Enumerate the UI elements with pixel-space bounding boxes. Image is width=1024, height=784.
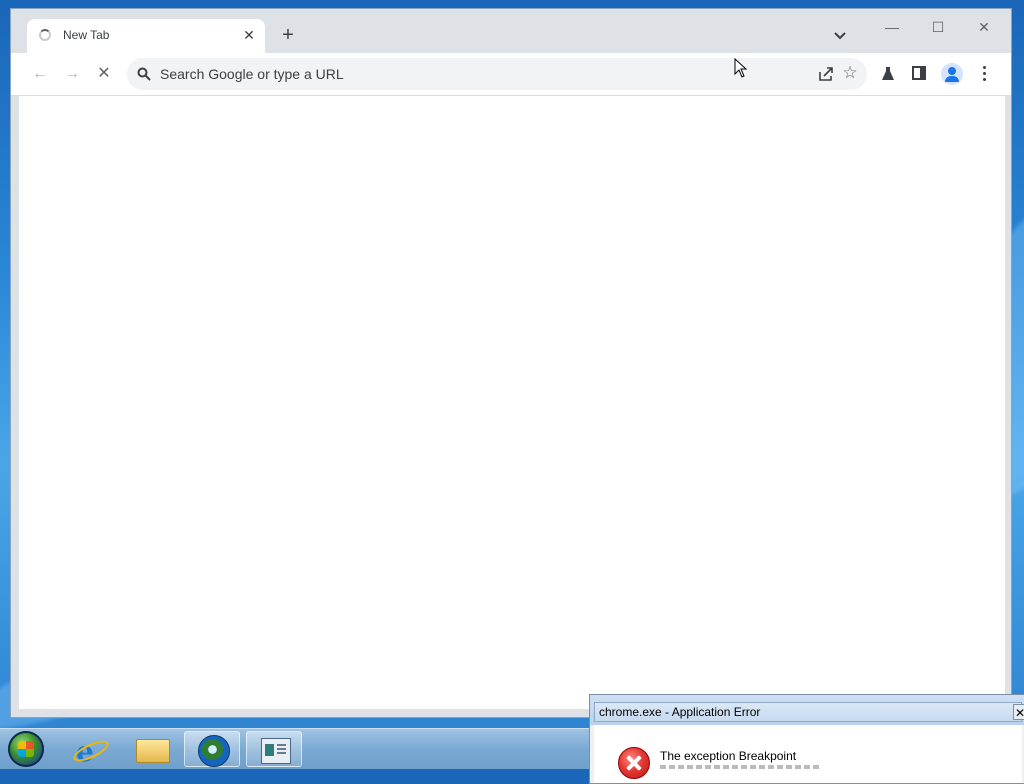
tab-title: New Tab <box>63 28 110 42</box>
application-error-dialog: chrome.exe - Application Error ✕ The exc… <box>589 694 1024 784</box>
tab-strip: New Tab ✕ + — ☐ ✕ <box>11 9 1011 53</box>
page-content-area <box>19 96 1005 709</box>
windows-explorer-icon[interactable] <box>124 731 180 767</box>
tab-new-tab[interactable]: New Tab ✕ <box>27 19 265 53</box>
mouse-cursor-icon <box>734 58 748 78</box>
forward-button[interactable]: → <box>61 63 83 85</box>
maximize-button[interactable]: ☐ <box>923 17 953 37</box>
dialog-title: chrome.exe - Application Error <box>599 705 761 719</box>
internet-explorer-icon[interactable]: e <box>62 731 118 768</box>
chrome-labs-icon[interactable] <box>879 65 897 83</box>
chrome-window: New Tab ✕ + — ☐ ✕ ← → ✕ Search Google or… <box>10 8 1012 718</box>
dialog-message: The exception Breakpoint <box>660 749 797 763</box>
dialog-titlebar[interactable]: chrome.exe - Application Error ✕ <box>594 702 1024 722</box>
close-window-button[interactable]: ✕ <box>969 17 999 37</box>
bookmark-star-icon[interactable]: ☆ <box>841 64 859 82</box>
back-button[interactable]: ← <box>29 63 51 85</box>
browser-toolbar: ← → ✕ Search Google or type a URL ☆ <box>11 53 1011 96</box>
share-icon[interactable] <box>817 65 835 83</box>
stop-loading-button[interactable]: ✕ <box>93 63 115 85</box>
omnibox-placeholder[interactable]: Search Google or type a URL <box>160 66 344 82</box>
search-icon <box>137 67 151 81</box>
chrome-taskbar-icon[interactable] <box>184 731 240 767</box>
error-icon <box>618 747 650 779</box>
kebab-menu-icon[interactable] <box>981 65 987 83</box>
side-panel-icon[interactable] <box>912 66 926 80</box>
profile-avatar-icon[interactable] <box>941 63 963 85</box>
tab-loading-spinner-icon <box>39 29 51 41</box>
minimize-button[interactable]: — <box>877 17 907 37</box>
dialog-close-button[interactable]: ✕ <box>1013 704 1024 720</box>
dialog-body: The exception Breakpoint <box>594 725 1022 783</box>
new-tab-button[interactable]: + <box>277 24 299 46</box>
start-button[interactable] <box>8 731 44 767</box>
omnibox[interactable]: Search Google or type a URL ☆ <box>127 58 867 90</box>
app-window-taskbar-icon[interactable] <box>246 731 302 767</box>
tab-search-icon[interactable] <box>831 27 849 45</box>
dialog-message-cutoff <box>660 765 820 771</box>
tab-close-button[interactable]: ✕ <box>241 27 257 43</box>
